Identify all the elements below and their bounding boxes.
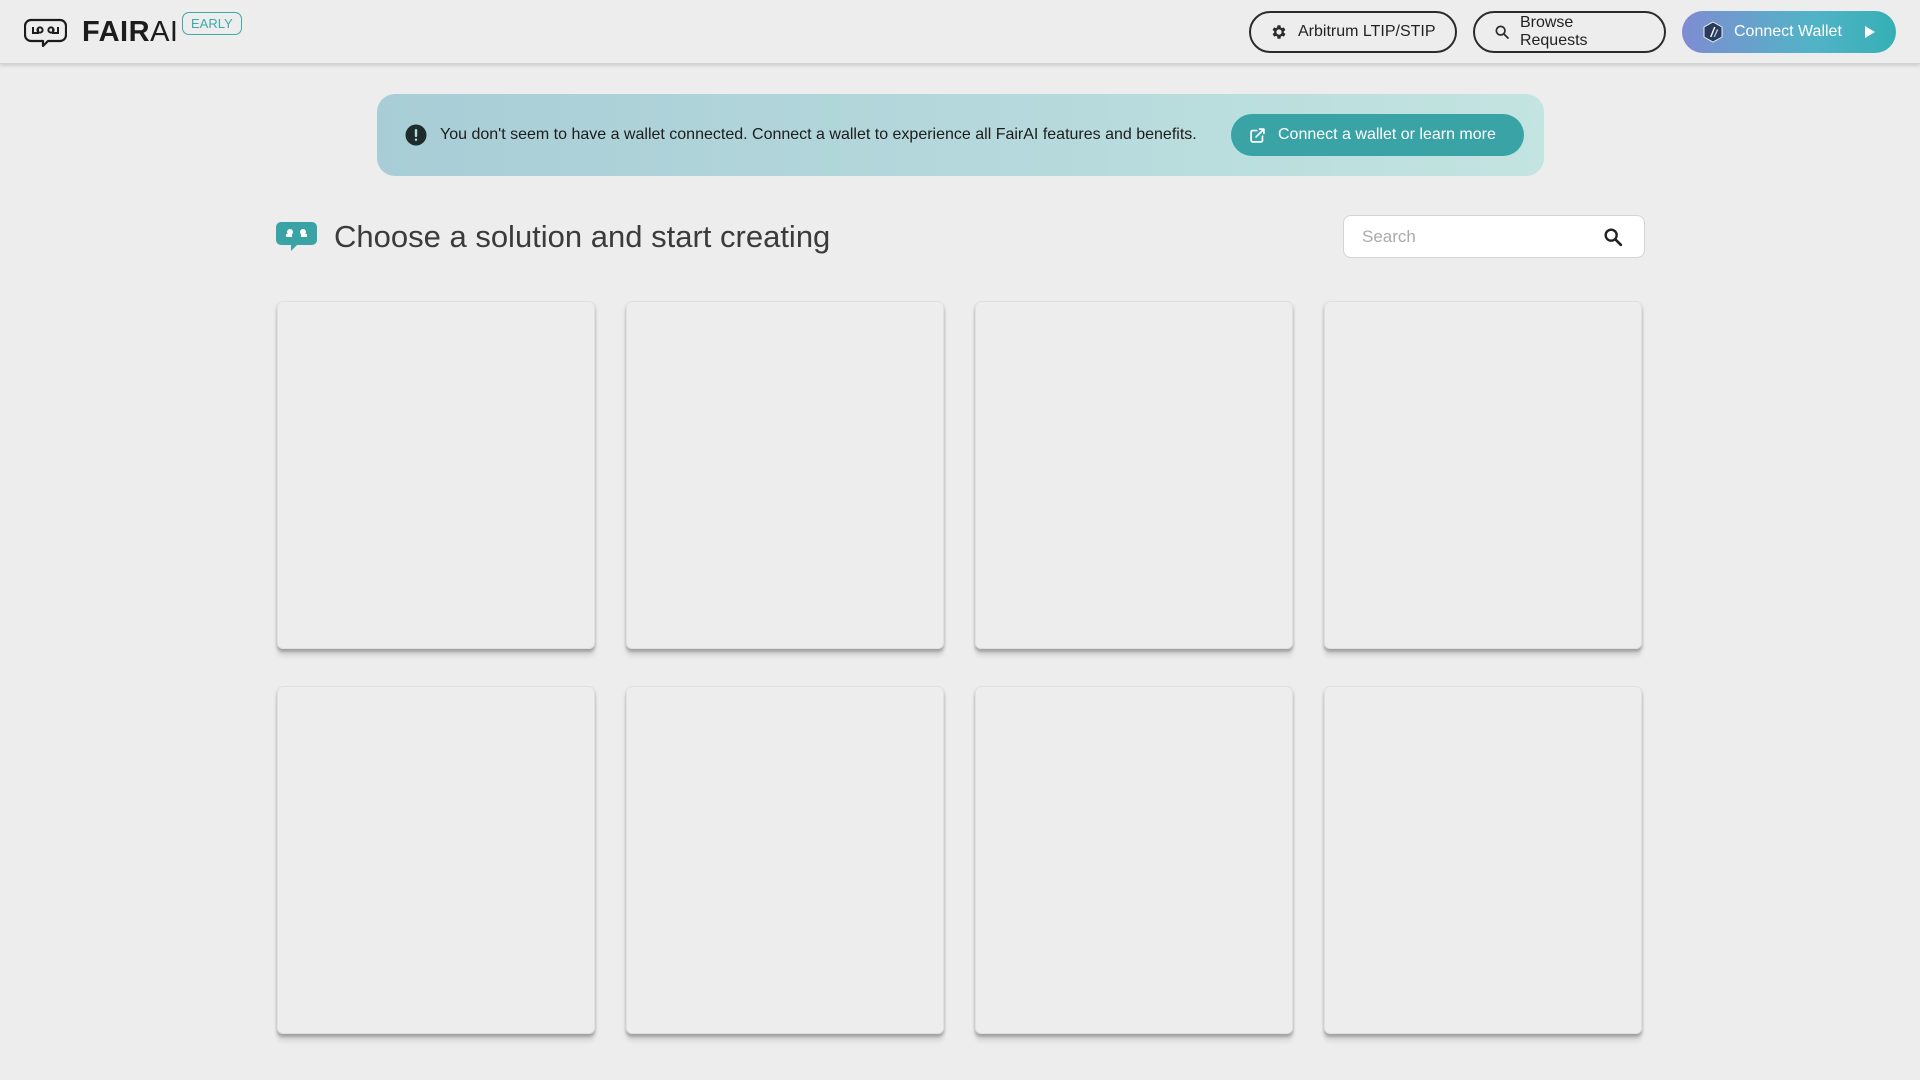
arbitrum-ltip-stip-button[interactable]: Arbitrum LTIP/STIP [1249, 11, 1457, 53]
solution-card[interactable] [975, 686, 1293, 1034]
learn-more-label: Connect a wallet or learn more [1278, 126, 1496, 143]
search-icon [1495, 25, 1509, 39]
early-badge: EARLY [182, 12, 242, 35]
solution-card[interactable] [1324, 686, 1642, 1034]
search-input[interactable] [1362, 216, 1592, 257]
top-bar: FAIRAI EARLY Arbitrum LTIP/STIP Browse R… [0, 0, 1920, 64]
solution-card[interactable] [626, 301, 944, 649]
solution-card[interactable] [277, 686, 595, 1034]
wallet-notice-text: You don't seem to have a wallet connecte… [440, 126, 1197, 143]
search-field[interactable] [1343, 215, 1645, 258]
chat-robot-icon [276, 222, 317, 251]
solution-card[interactable] [277, 301, 595, 649]
wallet-notice-banner: You don't seem to have a wallet connecte… [377, 94, 1544, 176]
solution-card[interactable] [1324, 301, 1642, 649]
connect-wallet-label: Connect Wallet [1734, 23, 1842, 40]
browse-button-label: Browse Requests [1519, 14, 1588, 49]
external-link-icon [1250, 127, 1265, 143]
search-icon[interactable] [1602, 226, 1624, 248]
solution-card[interactable] [626, 686, 944, 1034]
solution-card[interactable] [975, 301, 1293, 649]
brand-name-light: AI [150, 16, 179, 48]
gear-icon [1272, 25, 1286, 39]
arbitrum-logo-icon [1703, 21, 1723, 43]
brand-logo-text[interactable]: FAIRAI [82, 15, 178, 49]
browse-requests-button[interactable]: Browse Requests [1473, 11, 1666, 53]
connect-wallet-learn-more-button[interactable]: Connect a wallet or learn more [1231, 114, 1524, 156]
solutions-grid [277, 301, 1643, 1034]
connect-wallet-button[interactable]: Connect Wallet [1682, 11, 1896, 53]
alert-icon [405, 124, 427, 146]
play-icon [1865, 26, 1875, 38]
page-title: Choose a solution and start creating [334, 219, 831, 254]
robot-logo-icon[interactable] [24, 18, 67, 47]
brand-name-bold: FAIR [82, 16, 151, 48]
arbitrum-button-label: Arbitrum LTIP/STIP [1298, 23, 1436, 40]
